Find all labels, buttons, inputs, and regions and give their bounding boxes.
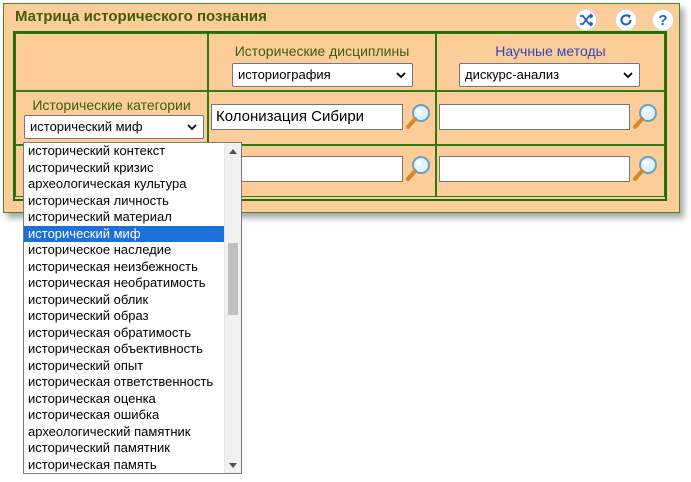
dropdown-option[interactable]: историческая необратимость — [24, 275, 224, 292]
magnifier-icon[interactable] — [405, 154, 433, 182]
disciplines-select-value: историография — [238, 67, 331, 82]
categories-dropdown-list[interactable]: исторический контекст исторический кризис… — [23, 142, 242, 474]
dropdown-option[interactable]: исторический миф — [24, 225, 224, 242]
magnifier-icon[interactable] — [405, 102, 433, 130]
categories-select-value: исторический миф — [30, 119, 143, 134]
dropdown-options: исторический контекст исторический кризис… — [24, 143, 224, 473]
cell-input-r2c2[interactable] — [439, 156, 630, 182]
scroll-up-arrow[interactable] — [225, 143, 241, 159]
arrow-up-icon — [229, 148, 237, 154]
chevron-down-icon — [623, 72, 633, 79]
dropdown-option[interactable]: историческая ошибка — [24, 407, 224, 424]
cell-input-r1c2[interactable] — [439, 104, 630, 130]
categories-select[interactable]: исторический миф — [24, 115, 204, 139]
cell-input-r1c1[interactable]: Колонизация Сибири — [211, 104, 403, 130]
dropdown-option[interactable]: археологическая культура — [24, 176, 224, 193]
scroll-thumb[interactable] — [228, 243, 238, 315]
arrow-down-icon — [229, 462, 237, 468]
help-button[interactable]: ? — [652, 9, 674, 31]
matrix-cell-r1c2 — [436, 91, 665, 145]
dropdown-option[interactable]: исторический образ — [24, 308, 224, 325]
methods-select-value: дискурс-анализ — [465, 67, 560, 82]
dropdown-option[interactable]: историческое наследие — [24, 242, 224, 259]
panel-title: Матрица исторического познания — [15, 8, 267, 25]
dropdown-option[interactable]: исторический материал — [24, 209, 224, 226]
help-icon: ? — [658, 11, 668, 29]
methods-header-cell: Научные методы дискурс-анализ — [436, 33, 665, 91]
dropdown-option[interactable]: историческая неизбежность — [24, 259, 224, 276]
matrix-cell-r2c2 — [436, 145, 665, 197]
magnifier-icon[interactable] — [632, 102, 660, 130]
dropdown-option[interactable]: историческая ответственность — [24, 374, 224, 391]
matrix-cell-r2c1 — [208, 145, 436, 197]
dropdown-option[interactable]: исторический опыт — [24, 358, 224, 375]
dropdown-scrollbar[interactable] — [224, 143, 241, 473]
matrix-cell-r1c1: Колонизация Сибири — [208, 91, 436, 145]
dropdown-option[interactable]: историческая личность — [24, 193, 224, 210]
categories-header-cell: Исторические категории исторический миф — [15, 91, 208, 145]
disciplines-header-cell: Исторические дисциплины историография — [208, 33, 436, 91]
methods-select[interactable]: дискурс-анализ — [459, 63, 640, 87]
shuffle-button[interactable] — [575, 9, 597, 31]
methods-label: Научные методы — [495, 43, 606, 59]
chevron-down-icon — [396, 72, 406, 79]
dropdown-option[interactable]: историческая обратимость — [24, 325, 224, 342]
dropdown-option[interactable]: историческая память — [24, 457, 224, 474]
dropdown-option[interactable]: историческая оценка — [24, 391, 224, 408]
dropdown-option[interactable]: историческая объективность — [24, 341, 224, 358]
shuffle-icon — [580, 13, 593, 27]
dropdown-option[interactable]: археологический памятник — [24, 424, 224, 441]
corner-cell — [15, 33, 208, 91]
dropdown-option[interactable]: исторический облик — [24, 292, 224, 309]
disciplines-select[interactable]: историография — [232, 63, 413, 87]
scroll-down-arrow[interactable] — [225, 457, 241, 473]
categories-label: Исторические категории — [32, 97, 191, 113]
disciplines-label: Исторические дисциплины — [234, 43, 410, 59]
dropdown-option[interactable]: исторический памятник — [24, 440, 224, 457]
refresh-button[interactable] — [615, 9, 637, 31]
chevron-down-icon — [187, 124, 197, 131]
magnifier-icon[interactable] — [632, 154, 660, 182]
refresh-icon — [620, 14, 632, 26]
dropdown-option[interactable]: исторический кризис — [24, 160, 224, 177]
dropdown-option[interactable]: исторический контекст — [24, 143, 224, 160]
